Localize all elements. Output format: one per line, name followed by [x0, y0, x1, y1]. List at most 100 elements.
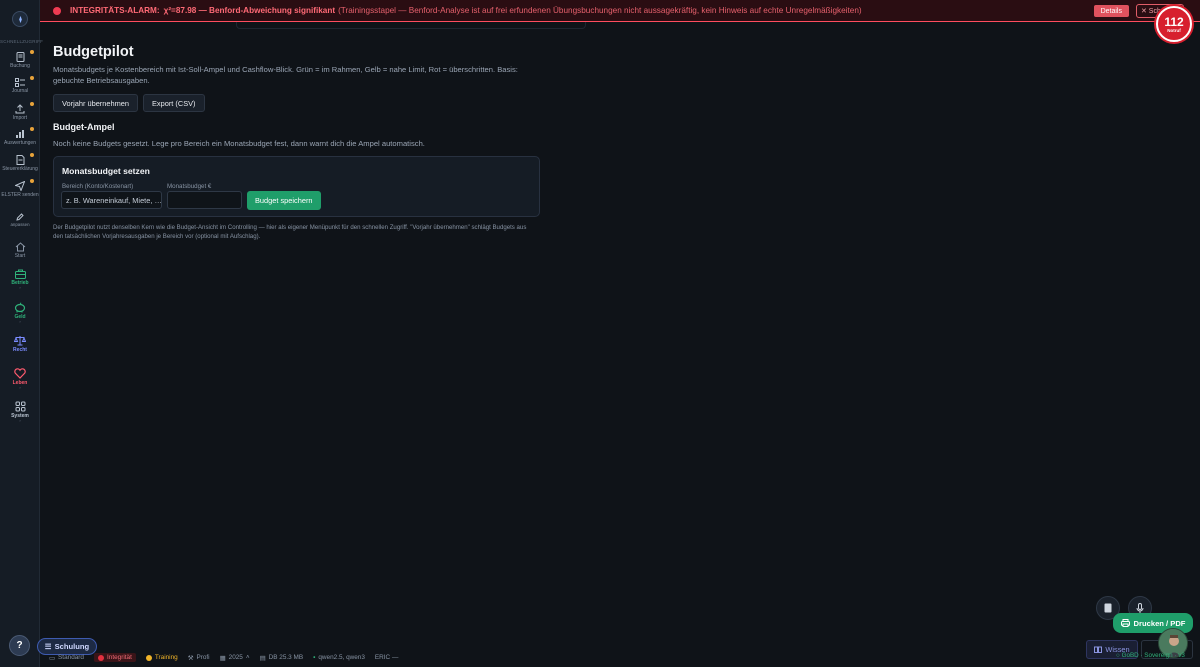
sidebar-item-betrieb[interactable]: Betrieb › — [0, 269, 40, 290]
monatsbudget-input[interactable] — [167, 191, 242, 209]
export-csv-button[interactable]: Export (CSV) — [142, 94, 205, 112]
status-models[interactable]: ▪ qwen2.5, qwen3 — [313, 654, 365, 661]
status-integritaet[interactable]: Integrität — [93, 653, 136, 662]
status-training[interactable]: Training — [145, 654, 178, 661]
briefcase-icon — [14, 269, 26, 279]
budget-speichern-button[interactable]: Budget speichern — [247, 191, 321, 210]
piggybank-icon — [14, 302, 26, 313]
standard-label: Standard — [58, 654, 84, 661]
alarm-dot-icon — [53, 6, 61, 15]
sidebar-item-label: Import — [12, 115, 28, 121]
sidebar-item-auswertungen[interactable]: Auswertungen — [0, 127, 40, 146]
monatsbudget-label: Monatsbudget € — [167, 183, 212, 190]
status-bar: ▭ Standard Integrität Training ⚒ Profi ▦… — [40, 648, 1200, 667]
year-label: 2025 — [228, 654, 243, 661]
alarm-details-button[interactable]: Details — [1093, 5, 1129, 17]
microphone-icon — [1136, 602, 1144, 613]
empty-state-hint: Noch keine Budgets gesetzt. Lege pro Ber… — [53, 139, 425, 148]
toolbar: Vorjahr übernehmen Export (CSV) — [53, 94, 543, 112]
status-standard[interactable]: ▭ Standard — [49, 654, 84, 662]
expand-indicator: › — [19, 319, 21, 324]
sidebar-item-label: ELSTER senden — [1, 192, 39, 198]
footnote: Der Budgetpilot nutzt denselben Kern wie… — [53, 224, 527, 240]
emergency-number: 112 — [1164, 14, 1184, 29]
sidebar-item-steuererklaerung[interactable]: Steuererklärung — [0, 153, 40, 172]
note-icon — [1104, 603, 1112, 613]
sidebar-item-journal[interactable]: Journal — [0, 76, 40, 94]
integrity-alarm-banner: INTEGRITÄTS-ALARM: χ²=87.98 — Benford-Ab… — [40, 0, 1200, 22]
sidebar-item-leben[interactable]: Leben › — [0, 368, 40, 390]
sidebar-item-label: Journal — [11, 88, 29, 94]
integrity-dot-icon — [97, 654, 104, 661]
scales-icon — [14, 336, 26, 346]
favorite-dot — [30, 153, 34, 157]
sidebar-item-label: Auswertungen — [4, 140, 36, 146]
bar-chart-icon — [16, 130, 24, 138]
sidebar-item-system[interactable]: System › — [0, 401, 40, 423]
alarm-chi-value: χ²=87.98 — Benford-Abweichung signifikan… — [163, 6, 336, 15]
compass-icon — [18, 15, 22, 23]
favorite-dot — [30, 50, 34, 54]
document-icon — [16, 52, 24, 62]
status-db: ▤ DB 25.3 MB — [260, 654, 304, 662]
sidebar-item-label: Steuererklärung — [2, 166, 38, 172]
sidebar-item-anpassen[interactable]: anpassen — [0, 213, 40, 227]
quick-access-title: SCHNELLZUGRIFF — [0, 39, 44, 44]
calendar-icon: ▦ — [219, 654, 226, 662]
database-icon: ▤ — [259, 654, 266, 662]
printer-icon — [1120, 619, 1130, 627]
vorjahr-uebernehmen-button[interactable]: Vorjahr übernehmen — [53, 94, 138, 112]
heart-icon — [14, 368, 26, 379]
sidebar-item-recht[interactable]: Recht — [0, 335, 40, 353]
profi-label: Profi — [196, 654, 210, 661]
home-icon — [15, 242, 25, 252]
expand-indicator: › — [19, 285, 21, 290]
upload-icon — [15, 104, 25, 114]
sidebar-item-label: Recht — [13, 347, 27, 353]
chevron-up-icon: ˄ — [245, 654, 250, 661]
app-logo[interactable] — [12, 11, 28, 27]
model-chip-icon: ▪ — [313, 654, 316, 661]
sidebar-item-label: Buchung — [10, 63, 30, 69]
training-dot-icon — [145, 654, 152, 661]
eric-label: ERIC — — [374, 654, 399, 661]
sidebar-item-elster[interactable]: ELSTER senden — [0, 179, 40, 198]
sidebar-item-geld[interactable]: Geld › — [0, 302, 40, 324]
search-bar-edge[interactable] — [236, 22, 586, 29]
section-title-budget-ampel: Budget-Ampel — [53, 122, 115, 132]
favorite-dot — [30, 76, 34, 80]
page-description: Monatsbudgets je Kostenbereich mit Ist-S… — [53, 65, 518, 85]
db-label: DB 25.3 MB — [268, 654, 304, 661]
emergency-call-button[interactable]: 112 Notruf — [1156, 6, 1192, 42]
status-eric: ERIC — — [375, 654, 398, 661]
list-icon — [15, 78, 25, 87]
page-title: Budgetpilot — [53, 44, 134, 60]
file-icon — [16, 155, 24, 165]
main-content: Budgetpilot Monatsbudgets je Kostenberei… — [53, 44, 543, 241]
sidebar-item-start[interactable]: Start — [0, 242, 40, 259]
grid-icon — [15, 401, 25, 412]
help-button[interactable]: ? — [9, 635, 30, 656]
status-year[interactable]: ▦ 2025 ˄ — [220, 654, 250, 662]
print-pdf-label: Drucken / PDF — [1133, 618, 1186, 628]
expand-indicator: › — [19, 385, 21, 390]
sidebar-item-label: Start — [14, 253, 26, 259]
favorite-dot — [30, 179, 34, 183]
status-profi[interactable]: ⚒ Profi — [188, 654, 210, 662]
alarm-detail: (Trainingsstapel — Benford-Analyse ist a… — [338, 6, 862, 15]
sidebar-item-import[interactable]: Import — [0, 102, 40, 121]
sidebar: SCHNELLZUGRIFF Buchung Journal Import Au… — [0, 0, 44, 667]
sidebar-item-buchung[interactable]: Buchung — [0, 50, 40, 69]
favorite-dot — [30, 127, 34, 131]
card-title: Monatsbudget setzen — [62, 166, 150, 176]
integritaet-label: Integrität — [106, 654, 132, 661]
send-icon — [15, 181, 25, 191]
wrench-icon: ⚒ — [187, 654, 194, 662]
bereich-label: Bereich (Konto/Kostenart) — [62, 183, 134, 190]
budget-form-card: Monatsbudget setzen Bereich (Konto/Koste… — [53, 156, 540, 217]
sidebar-item-label: anpassen — [10, 222, 30, 227]
models-label: qwen2.5, qwen3 — [318, 654, 365, 661]
expand-indicator: › — [19, 418, 21, 423]
monitor-icon: ▭ — [49, 654, 56, 662]
bereich-input[interactable] — [61, 191, 162, 209]
